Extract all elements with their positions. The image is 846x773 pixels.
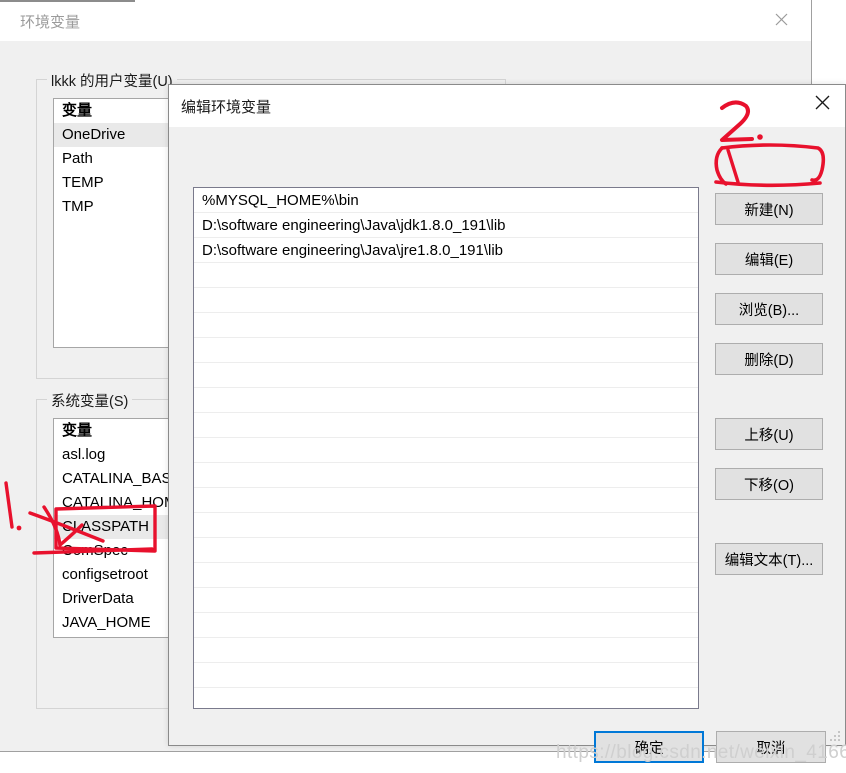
path-entry-row-empty[interactable] bbox=[194, 363, 698, 388]
path-entry-row-empty[interactable] bbox=[194, 313, 698, 338]
path-entry-row[interactable]: %MYSQL_HOME%\bin bbox=[194, 188, 698, 213]
edit-text-button[interactable]: 编辑文本(T)... bbox=[715, 543, 823, 575]
path-entry-row[interactable]: D:\software engineering\Java\jdk1.8.0_19… bbox=[194, 213, 698, 238]
new-button[interactable]: 新建(N) bbox=[715, 193, 823, 225]
dialog-title: 编辑环境变量 bbox=[181, 99, 272, 116]
path-entries-listbox[interactable]: %MYSQL_HOME%\bin D:\software engineering… bbox=[193, 187, 699, 709]
browse-button[interactable]: 浏览(B)... bbox=[715, 293, 823, 325]
edit-environment-variable-dialog: 编辑环境变量 %MYSQL_HOME%\bin D:\software engi… bbox=[168, 84, 846, 763]
path-entry-row-empty[interactable] bbox=[194, 638, 698, 663]
empty-rows-container bbox=[194, 263, 698, 708]
resize-grip[interactable] bbox=[829, 730, 841, 742]
path-entry-row-empty[interactable] bbox=[194, 588, 698, 613]
close-icon[interactable] bbox=[799, 85, 845, 119]
path-entry-row-empty[interactable] bbox=[194, 338, 698, 363]
path-entry-row-empty[interactable] bbox=[194, 563, 698, 588]
path-entry-row-empty[interactable] bbox=[194, 488, 698, 513]
close-icon[interactable] bbox=[759, 4, 803, 34]
path-entry-row-empty[interactable] bbox=[194, 388, 698, 413]
edit-button[interactable]: 编辑(E) bbox=[715, 243, 823, 275]
path-entry-row-empty[interactable] bbox=[194, 663, 698, 688]
path-entry-row-empty[interactable] bbox=[194, 263, 698, 288]
path-entry-row-empty[interactable] bbox=[194, 613, 698, 638]
delete-button[interactable]: 删除(D) bbox=[715, 343, 823, 375]
user-variables-group-label: lkkk 的用户变量(U) bbox=[47, 70, 177, 91]
system-variables-group-label: 系统变量(S) bbox=[47, 390, 133, 411]
path-entry-row-empty[interactable] bbox=[194, 538, 698, 563]
background-window-titlebar: 环境变量 bbox=[0, 0, 811, 41]
watermark-text: https://blog.csdn.net/weixin_41660213 bbox=[556, 742, 846, 763]
move-up-button[interactable]: 上移(U) bbox=[715, 418, 823, 450]
path-entry-row-empty[interactable] bbox=[194, 288, 698, 313]
path-entry-row-empty[interactable] bbox=[194, 413, 698, 438]
dialog-body: %MYSQL_HOME%\bin D:\software engineering… bbox=[169, 127, 845, 763]
path-entry-row-empty[interactable] bbox=[194, 463, 698, 488]
path-entry-row-empty[interactable] bbox=[194, 688, 698, 708]
titlebar-accent-strip bbox=[0, 0, 135, 2]
path-entry-row-empty[interactable] bbox=[194, 513, 698, 538]
background-window-title: 环境变量 bbox=[20, 14, 81, 31]
path-entry-row-empty[interactable] bbox=[194, 438, 698, 463]
move-down-button[interactable]: 下移(O) bbox=[715, 468, 823, 500]
screen-root: 环境变量 lkkk 的用户变量(U) 变量 OneDrive Path TEMP… bbox=[0, 0, 846, 773]
dialog-titlebar: 编辑环境变量 bbox=[169, 85, 845, 127]
path-entry-row[interactable]: D:\software engineering\Java\jre1.8.0_19… bbox=[194, 238, 698, 263]
